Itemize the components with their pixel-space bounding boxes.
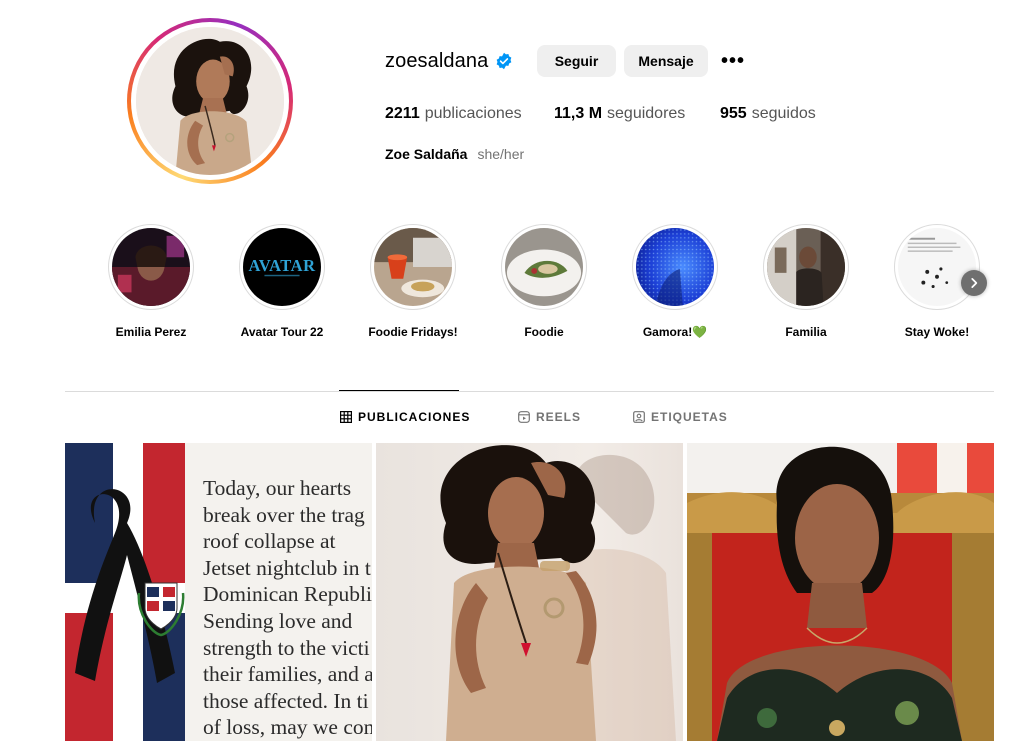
tab-posts-label: PUBLICACIONES (358, 410, 471, 424)
following-label: seguidos (751, 105, 816, 122)
avatar-photo (136, 27, 284, 175)
profile-avatar-ring[interactable] (127, 18, 293, 184)
gamora-cover-icon (636, 228, 714, 306)
pronouns: she/her (477, 146, 525, 162)
fullname-row: Zoe Saldaña she/her (385, 146, 524, 162)
tab-tagged[interactable]: ETIQUETAS (633, 410, 728, 424)
portrait-photo-icon (376, 443, 683, 741)
caption-line: their families, and a (203, 662, 372, 687)
following-count: 955 (720, 105, 747, 122)
username: zoesaldana (385, 49, 489, 72)
post-tile-3[interactable] (687, 443, 994, 741)
avatar-cover-icon: AVATAR (243, 228, 321, 306)
caption-line: Jetset nightclub in t (203, 555, 371, 580)
followers-count: 11,3 M (554, 105, 603, 122)
tab-tagged-label: ETIQUETAS (651, 410, 728, 424)
highlight-ring (370, 224, 456, 310)
highlight-label: Foodie Fridays! (368, 325, 458, 339)
post-caption-text: Today, our hearts break over the trag ro… (203, 475, 372, 741)
highlight-label: Familia (785, 325, 827, 339)
caption-line: Sending love and (203, 608, 353, 633)
caption-line: those affected. In ti (203, 688, 369, 713)
highlight-gamora[interactable]: Gamora!💚 (620, 224, 730, 339)
foodie-cover-icon (505, 228, 583, 306)
highlight-emilia-perez[interactable]: Emilia Perez (96, 224, 206, 339)
caption-line: roof collapse at (203, 529, 336, 554)
highlight-label: Avatar Tour 22 (240, 325, 324, 339)
post-tile-2[interactable] (376, 443, 683, 741)
highlight-avatar-tour[interactable]: AVATAR Avatar Tour 22 (227, 224, 337, 339)
caption-line: Dominican Republi (203, 582, 372, 607)
followers-stat[interactable]: 11,3 M seguidores (554, 105, 685, 123)
highlight-label: Foodie (524, 325, 564, 339)
highlight-ring (763, 224, 849, 310)
reels-icon (518, 411, 530, 423)
highlight-foodie-fridays[interactable]: Foodie Fridays! (358, 224, 468, 339)
caption-line: break over the trag (203, 502, 365, 527)
highlight-foodie[interactable]: Foodie (489, 224, 599, 339)
grid-icon (340, 411, 353, 424)
posts-label: publicaciones (424, 105, 522, 122)
follow-button[interactable]: Seguir (537, 45, 616, 77)
active-tab-indicator (339, 390, 459, 391)
message-button[interactable]: Mensaje (624, 45, 708, 77)
highlight-label: Stay Woke! (904, 325, 970, 339)
tagged-icon (633, 411, 645, 423)
highlight-ring: AVATAR (239, 224, 325, 310)
emilia-perez-cover-icon (112, 228, 190, 306)
highlight-label: Emilia Perez (115, 325, 187, 339)
caption-line: of loss, may we com (203, 715, 372, 740)
username-row: zoesaldana (385, 44, 513, 78)
throne-photo-icon (687, 443, 994, 741)
tabs-divider (65, 391, 994, 392)
caption-line: Today, our hearts (203, 476, 352, 500)
posts-stat: 2211 publicaciones (385, 105, 522, 123)
tab-reels-label: REELS (536, 410, 582, 424)
highlight-ring (108, 224, 194, 310)
avatar[interactable] (136, 27, 284, 175)
following-stat[interactable]: 955 seguidos (720, 105, 816, 123)
tab-reels[interactable]: REELS (518, 410, 581, 424)
familia-cover-icon (767, 228, 845, 306)
full-name: Zoe Saldaña (385, 146, 468, 162)
highlight-ring (632, 224, 718, 310)
caption-line: strength to the victi (203, 635, 370, 660)
tab-posts[interactable]: PUBLICACIONES (340, 410, 470, 424)
followers-label: seguidores (607, 105, 686, 122)
highlight-ring (501, 224, 587, 310)
avatar-inner (131, 22, 289, 180)
verified-badge-icon (495, 52, 513, 70)
foodie-fridays-cover-icon (374, 228, 452, 306)
more-options-icon[interactable]: ••• (718, 45, 748, 77)
stay-woke-cover-icon (898, 228, 976, 306)
post-tile-1[interactable]: Today, our hearts break over the trag ro… (65, 443, 372, 741)
avatar-cover-text: AVATAR (248, 256, 316, 275)
highlights-next-chevron-right-icon[interactable] (961, 270, 987, 296)
posts-count: 2211 (385, 105, 420, 122)
highlight-familia[interactable]: Familia (751, 224, 861, 339)
highlight-label: Gamora!💚 (642, 325, 708, 339)
highlight-ring (894, 224, 980, 310)
